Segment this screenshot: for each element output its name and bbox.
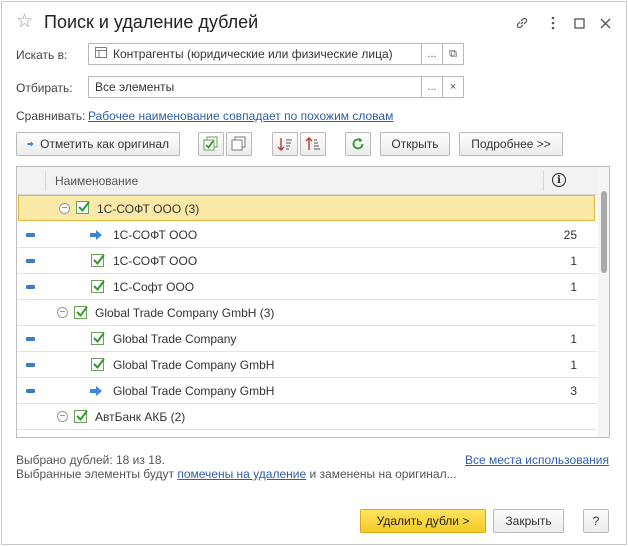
more-vert-icon[interactable] — [543, 13, 563, 33]
refresh-icon — [352, 138, 364, 150]
item-label: Global Trade Company — [113, 332, 237, 346]
arrow-right-icon — [27, 141, 34, 147]
collapse-icon[interactable]: − — [57, 411, 68, 422]
duplicate-marker-icon — [26, 363, 35, 367]
item-label: 1С-СОФТ ООО — [113, 254, 198, 268]
table-row[interactable]: − Global Trade Company GmbH (3) — [17, 300, 597, 326]
checkbox-checked-icon[interactable] — [74, 410, 88, 423]
item-label: Global Trade Company GmbH — [113, 358, 275, 372]
refresh-button[interactable] — [345, 132, 371, 156]
group-label: Global Trade Company GmbH (3) — [95, 306, 275, 320]
info-icon[interactable]: i — [552, 173, 566, 187]
duplicates-table: Наименование i − 1С-СОФТ ООО (3) 1С-СОФТ… — [16, 166, 610, 438]
table-row[interactable]: 1С-СОФТ ООО 25 — [17, 222, 597, 248]
table-row[interactable]: − 1С-СОФТ ООО (3) — [18, 195, 595, 221]
duplicate-marker-icon — [26, 233, 35, 237]
checkbox-checked-icon[interactable] — [76, 201, 90, 214]
table-row[interactable]: Global Trade Company GmbH 3 — [17, 378, 597, 404]
arrow-right-icon — [90, 230, 102, 240]
item-label: 1С-Софт ООО — [113, 280, 195, 294]
filter-value: Все элементы — [95, 80, 175, 94]
scrollbar-thumb[interactable] — [601, 191, 607, 273]
compare-label: Сравнивать: — [16, 109, 86, 123]
table-row[interactable]: − АвтБанк АКБ (2) — [17, 404, 597, 430]
compare-link[interactable]: Рабочее наименование совпадает по похожи… — [88, 109, 393, 123]
check-all-button[interactable] — [198, 132, 224, 156]
filter-label: Отбирать: — [16, 81, 73, 95]
dialog-window: ☆ Поиск и удаление дублей Искать в: Конт… — [1, 1, 627, 545]
item-label: 1С-СОФТ ООО — [113, 228, 198, 242]
group-label: АвтБанк АКБ (2) — [95, 410, 186, 424]
help-button[interactable]: ? — [583, 509, 609, 533]
uncheck-all-icon — [231, 136, 246, 151]
table-header: Наименование i — [17, 167, 609, 195]
table-row[interactable]: 1С-СОФТ ООО 1 — [17, 248, 597, 274]
uncheck-all-button[interactable] — [226, 132, 252, 156]
sort-asc-icon — [277, 138, 292, 151]
filter-select-button[interactable]: ... — [421, 76, 443, 98]
open-button[interactable]: Открыть — [380, 132, 450, 156]
collapse-icon[interactable]: − — [59, 203, 70, 214]
link-icon[interactable] — [512, 13, 532, 33]
duplicate-marker-icon — [26, 337, 35, 341]
search-in-group: Контрагенты (юридические или физические … — [88, 43, 464, 65]
usage-places-link[interactable]: Все места использования — [465, 453, 609, 467]
footer-note-after: и заменены на оригинал... — [306, 467, 457, 481]
favorite-star-icon[interactable]: ☆ — [16, 12, 33, 31]
sort-desc-button[interactable] — [300, 132, 326, 156]
filter-field[interactable]: Все элементы — [88, 76, 422, 98]
collapse-icon[interactable]: − — [57, 307, 68, 318]
sort-desc-icon — [305, 137, 320, 150]
usage-count: 25 — [563, 228, 577, 242]
duplicate-marker-icon — [26, 285, 35, 289]
check-all-icon — [203, 136, 218, 151]
item-label: Global Trade Company GmbH — [113, 384, 275, 398]
usage-count: 1 — [570, 358, 577, 372]
table-scrollbar[interactable] — [598, 167, 609, 437]
delete-duplicates-button[interactable]: Удалить дубли > — [360, 509, 486, 533]
table-row[interactable]: 1С-Софт ООО 1 — [17, 274, 597, 300]
more-details-button[interactable]: Подробнее >> — [459, 132, 563, 156]
usage-count: 1 — [570, 332, 577, 346]
arrow-right-icon — [90, 386, 102, 396]
checkbox-checked-icon[interactable] — [91, 332, 105, 345]
search-in-field[interactable]: Контрагенты (юридические или физические … — [88, 43, 422, 65]
filter-group: Все элементы ... × — [88, 76, 464, 98]
table-row[interactable]: Global Trade Company 1 — [17, 326, 597, 352]
duplicate-marker-icon — [26, 259, 35, 263]
column-name-header[interactable]: Наименование — [55, 174, 138, 188]
window-title: Поиск и удаление дублей — [44, 12, 259, 32]
search-in-label: Искать в: — [16, 48, 68, 62]
search-in-open-button[interactable]: ⧉ — [442, 43, 464, 65]
usage-count: 1 — [570, 280, 577, 294]
checkbox-checked-icon[interactable] — [91, 280, 105, 293]
duplicate-marker-icon — [26, 389, 35, 393]
checkbox-checked-icon[interactable] — [74, 306, 88, 319]
mark-original-label: Отметить как оригинал — [40, 137, 169, 151]
footer-note: Выбранные элементы будут помечены на уда… — [16, 467, 457, 481]
usage-count: 3 — [570, 384, 577, 398]
search-in-value: Контрагенты (юридические или физические … — [113, 47, 393, 61]
group-label: 1С-СОФТ ООО (3) — [97, 202, 200, 216]
footer-note-before: Выбранные элементы будут — [16, 467, 178, 481]
close-button[interactable]: Закрыть — [493, 509, 564, 533]
search-in-select-button[interactable]: ... — [421, 43, 443, 65]
maximize-icon[interactable] — [569, 13, 589, 33]
mark-original-button[interactable]: Отметить как оригинал — [16, 132, 180, 156]
selected-count-text: Выбрано дублей: 18 из 18. — [16, 453, 165, 467]
filter-clear-button[interactable]: × — [442, 76, 464, 98]
checkbox-checked-icon[interactable] — [91, 254, 105, 267]
sort-asc-button[interactable] — [272, 132, 298, 156]
table-icon — [95, 47, 107, 61]
checkbox-checked-icon[interactable] — [91, 358, 105, 371]
table-row[interactable]: Global Trade Company GmbH 1 — [17, 352, 597, 378]
usage-count: 1 — [570, 254, 577, 268]
mark-for-deletion-link[interactable]: помечены на удаление — [177, 467, 306, 481]
close-icon[interactable] — [595, 13, 615, 33]
